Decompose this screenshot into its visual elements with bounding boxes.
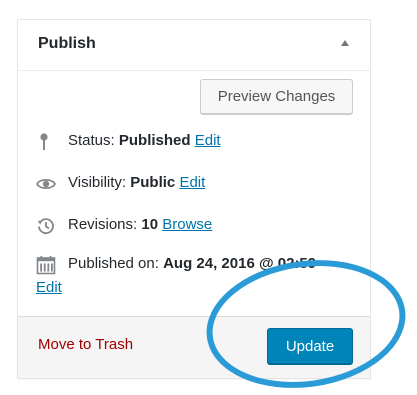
preview-changes-button[interactable]: Preview Changes (200, 79, 353, 114)
edit-publish-date-link[interactable]: Edit (36, 279, 62, 296)
update-button[interactable]: Update (267, 328, 353, 364)
browse-revisions-link[interactable]: Browse (162, 216, 212, 233)
screenshot-stage: Publish Preview Changes Status: Publishe… (0, 0, 417, 395)
publish-box: Publish Preview Changes Status: Publishe… (17, 19, 371, 379)
calendar-icon (36, 256, 56, 275)
status-value: Published (118, 132, 191, 149)
edit-status-link[interactable]: Edit (195, 132, 221, 149)
publish-box-header[interactable]: Publish (18, 20, 370, 71)
published-on-value: Aug 24, 2016 @ 02:59 (163, 255, 317, 272)
published-on-label: Published on: (68, 255, 159, 272)
revisions-count: 10 (141, 216, 159, 233)
publish-box-title: Publish (38, 35, 96, 52)
visibility-label: Visibility: (68, 174, 127, 191)
history-icon (37, 218, 54, 235)
visibility-value: Public (130, 174, 176, 191)
collapse-toggle-icon[interactable] (341, 40, 349, 46)
edit-visibility-link[interactable]: Edit (179, 174, 205, 191)
revisions-label: Revisions: (68, 216, 138, 233)
pin-icon (40, 133, 48, 150)
eye-icon (36, 178, 56, 190)
publish-box-footer: Move to Trash Update (18, 316, 370, 378)
move-to-trash-link[interactable]: Move to Trash (38, 336, 133, 353)
status-label: Status: (68, 132, 115, 149)
